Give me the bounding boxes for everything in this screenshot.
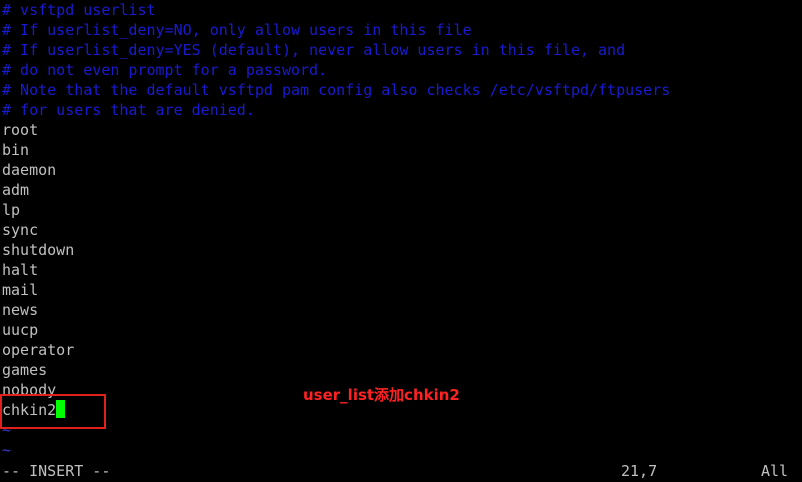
comment-line: # for users that are denied. — [2, 101, 255, 119]
annotation-label: user_list添加chkin2 — [303, 386, 460, 404]
user-line: mail — [2, 281, 39, 299]
user-line: sync — [2, 221, 39, 239]
terminal-window[interactable]: # vsftpd userlist # If userlist_deny=NO,… — [0, 0, 802, 482]
highlight-box — [0, 394, 106, 429]
user-line: halt — [2, 261, 39, 279]
status-cursor-position: 21,7 — [621, 462, 658, 480]
status-mode: -- INSERT -- — [2, 462, 111, 480]
user-line: shutdown — [2, 241, 75, 259]
status-scroll: All — [761, 462, 789, 480]
user-line: lp — [2, 201, 21, 219]
comment-line: # Note that the default vsftpd pam confi… — [2, 81, 671, 99]
comment-line: # If userlist_deny=YES (default), never … — [2, 41, 626, 59]
user-line: news — [2, 301, 39, 319]
user-line: games — [2, 361, 48, 379]
user-line: adm — [2, 181, 30, 199]
comment-line: # If userlist_deny=NO, only allow users … — [2, 21, 472, 39]
comment-line: # vsftpd userlist — [2, 1, 156, 19]
user-line: daemon — [2, 161, 57, 179]
comment-line: # do not even prompt for a password. — [2, 61, 328, 79]
user-line: bin — [2, 141, 30, 159]
user-line: root — [2, 121, 39, 139]
user-line: operator — [2, 341, 75, 359]
empty-line-tilde: ~ — [2, 441, 12, 459]
user-line: uucp — [2, 321, 39, 339]
